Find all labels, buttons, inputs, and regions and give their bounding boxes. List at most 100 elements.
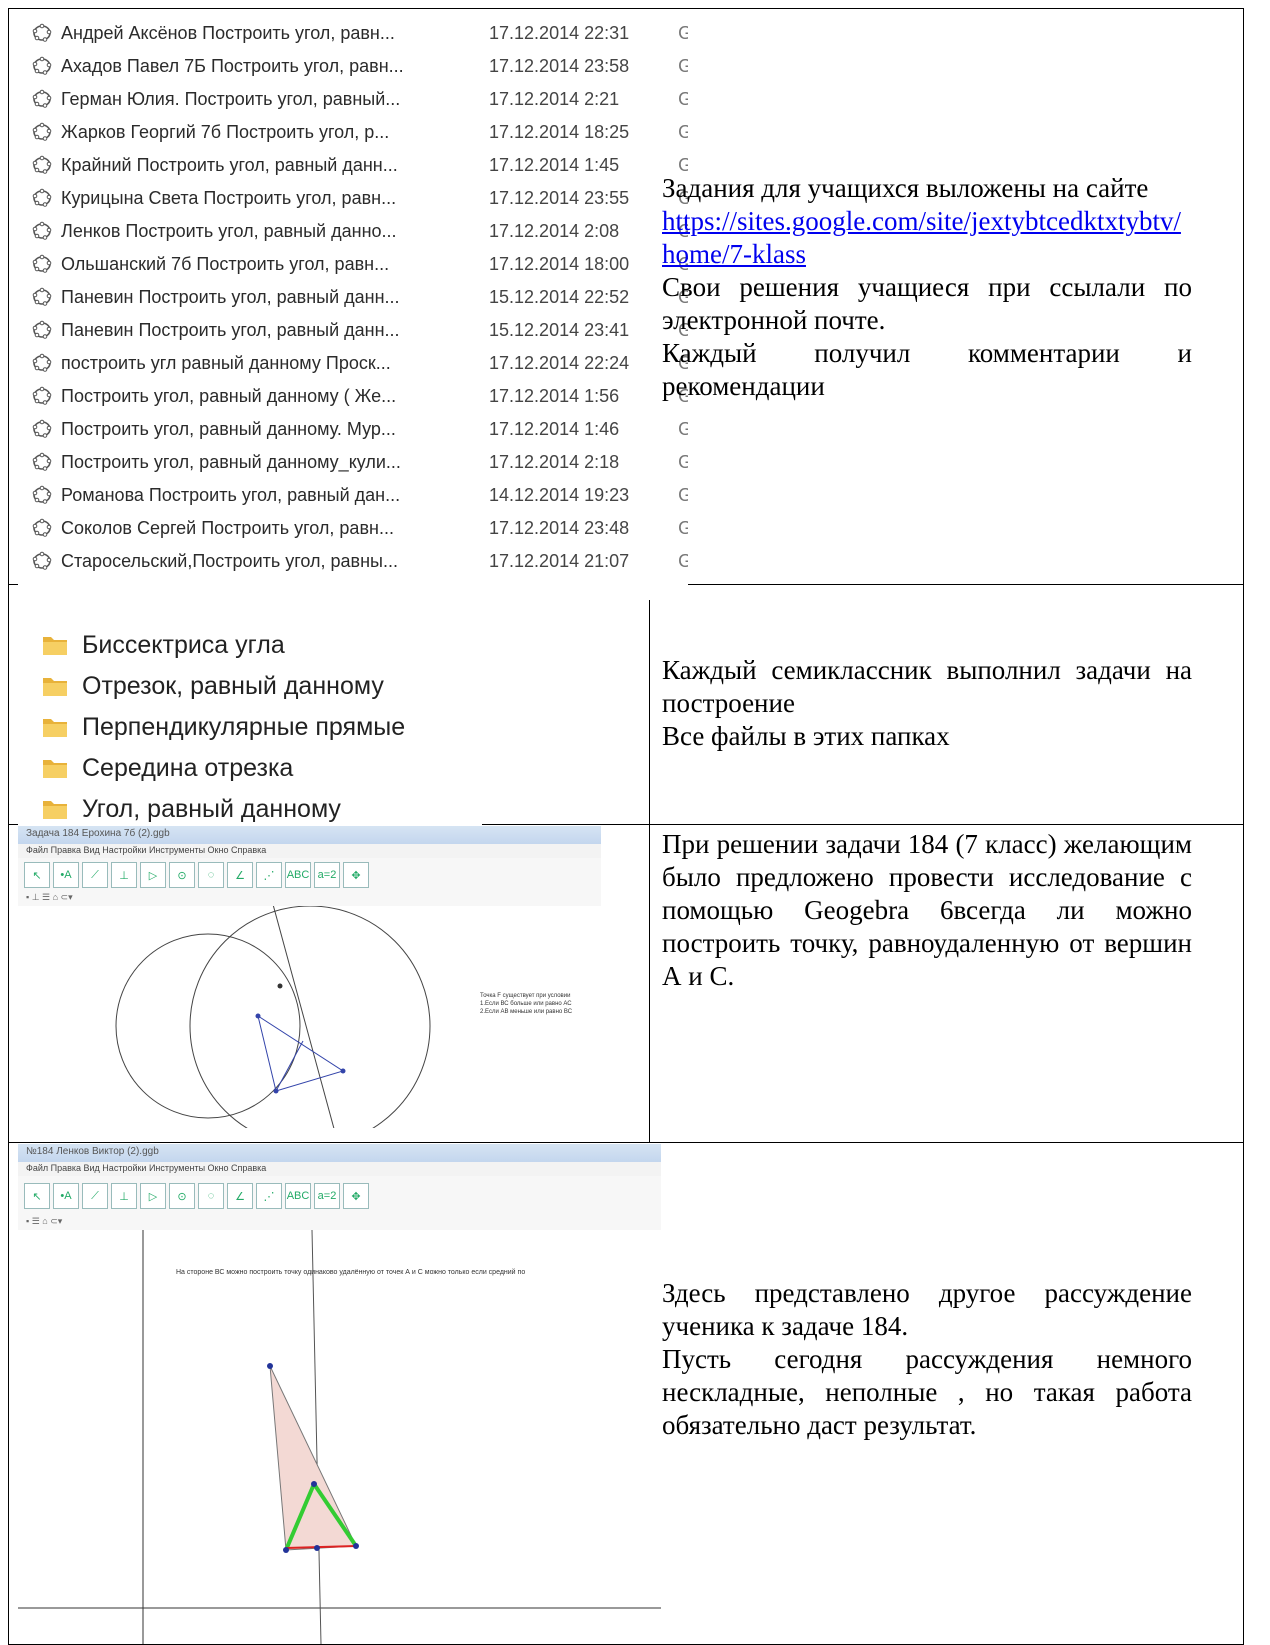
perpendicular-tool-icon[interactable]: ⊥: [111, 862, 137, 888]
point-b[interactable]: [255, 1013, 261, 1019]
file-row[interactable]: Построить угол, равный данному_кули... 17…: [18, 445, 688, 479]
triangle-abc: [257, 1014, 345, 1092]
geogebra-canvas-2: На стороне ВС можно построить точку один…: [18, 1230, 661, 1644]
point-e-2[interactable]: [314, 1545, 320, 1551]
text-tool-icon[interactable]: ABC: [285, 862, 311, 888]
file-name: Романова Построить угол, равный дан...: [61, 484, 401, 505]
file-date: 17.12.2014 21:07: [489, 550, 630, 571]
slider-tool-icon[interactable]: a=2: [314, 1183, 340, 1209]
geogebra-window-1: Задача 184 Ерохина 7б (2).ggb Файл Правк…: [18, 826, 601, 1128]
file-name: Ахадов Павел 7Б Построить угол, равн...: [61, 55, 404, 76]
folder-item[interactable]: Отрезок, равный данному: [42, 665, 384, 707]
column-divider: [649, 584, 650, 1142]
move-tool-icon[interactable]: ↖: [24, 1183, 50, 1209]
point-d-2[interactable]: [311, 1481, 317, 1487]
file-name: Паневин Построить угол, равный данн...: [61, 286, 400, 307]
file-row[interactable]: Крайний Построить угол, равный данн... 17…: [18, 148, 688, 182]
line-tool-icon[interactable]: ⟋: [82, 1183, 108, 1209]
file-row[interactable]: Жарков Георгий 7б Построить угол, р... 17…: [18, 115, 688, 149]
geogebra-file-icon: [32, 122, 52, 141]
perpendicular-tool-icon[interactable]: ⊥: [111, 1183, 137, 1209]
row3-text: При решении задачи 184 (7 класс) желающи…: [662, 828, 1192, 993]
segment-bf: [275, 1040, 304, 1092]
ellipse-tool-icon[interactable]: ◌: [198, 862, 224, 888]
geogebra-file-icon: [32, 254, 52, 273]
line-tool-icon[interactable]: ⟋: [82, 862, 108, 888]
file-type: Geo: [678, 55, 688, 76]
file-name: построить угл равный данному Проск...: [61, 352, 391, 373]
point-tool-icon[interactable]: •A: [53, 1183, 79, 1209]
file-row[interactable]: Ольшанский 7б Построить угол, равн... 17.…: [18, 247, 688, 281]
folder-name: Перпендикулярные прямые: [82, 712, 406, 741]
point-c-2[interactable]: [353, 1543, 359, 1549]
site-link[interactable]: https://sites.google.com/site/jextybtced…: [662, 206, 1181, 269]
point-a[interactable]: [273, 1088, 279, 1094]
row2-text: Каждый семиклассник выполнил задачи на п…: [662, 654, 1192, 753]
move-tool-icon[interactable]: ↖: [24, 862, 50, 888]
geogebra-toolbar: ↖ •A ⟋ ⊥ ▷ ⊙ ◌ ∠ ⋰ ABC a=2 ✥: [18, 858, 601, 892]
point-a-2[interactable]: [283, 1547, 289, 1553]
move-view-tool-icon[interactable]: ✥: [343, 862, 369, 888]
file-row[interactable]: Андрей Аксёнов Построить угол, равн... 17…: [18, 16, 688, 50]
file-row[interactable]: Паневин Построить угол, равный данн... 15…: [18, 313, 688, 347]
file-name: Жарков Георгий 7б Построить угол, р...: [61, 121, 390, 142]
perpendicular-line: [311, 1230, 322, 1644]
row-divider-3: [9, 1142, 1243, 1143]
note-line-3: 2.Если АВ меньше или равно ВС: [480, 1009, 573, 1015]
point-b-2[interactable]: [267, 1363, 273, 1369]
row2-line2: Все файлы в этих папках: [662, 721, 950, 751]
geogebra-menu-2: Файл Правка Вид Настройки Инструменты Ок…: [18, 1162, 661, 1176]
file-date: 17.12.2014 2:18: [489, 451, 620, 472]
circle-tool-icon[interactable]: ⊙: [169, 1183, 195, 1209]
ellipse-tool-icon[interactable]: ◌: [198, 1183, 224, 1209]
geogebra-toolbar-2: ↖ •A ⟋ ⊥ ▷ ⊙ ◌ ∠ ⋰ ABC a=2 ✥: [18, 1176, 661, 1216]
file-row[interactable]: Романова Построить угол, равный дан... 14…: [18, 478, 688, 512]
file-row[interactable]: Паневин Построить угол, равный данн... 15…: [18, 280, 688, 314]
polygon-tool-icon[interactable]: ▷: [140, 1183, 166, 1209]
reflect-tool-icon[interactable]: ⋰: [256, 1183, 282, 1209]
point-intersection-top[interactable]: [277, 983, 283, 989]
file-type: Geo: [678, 550, 688, 571]
slider-tool-icon[interactable]: a=2: [314, 862, 340, 888]
file-name: Курицына Света Построить угол, равн...: [61, 187, 397, 208]
file-name: Ленков Построить угол, равный данно...: [61, 220, 397, 241]
file-row[interactable]: Построить угол, равный данному. Мур... 17…: [18, 412, 688, 446]
angle-tool-icon[interactable]: ∠: [227, 862, 253, 888]
file-row[interactable]: Старосельский,Построить угол, равны... 17…: [18, 544, 688, 578]
move-view-tool-icon[interactable]: ✥: [343, 1183, 369, 1209]
polygon-tool-icon[interactable]: ▷: [140, 862, 166, 888]
file-row[interactable]: Ахадов Павел 7Б Построить угол, равн... 1…: [18, 49, 688, 83]
geogebra-file-icon: [32, 419, 52, 438]
reflect-tool-icon[interactable]: ⋰: [256, 862, 282, 888]
file-name: Ольшанский 7б Построить угол, равн...: [61, 253, 390, 274]
row1-line3: Каждый получил комментарии и рекомендаци…: [662, 338, 1192, 401]
file-row[interactable]: Построить угол, равный данному ( Же... 17…: [18, 379, 688, 413]
file-date: 17.12.2014 23:48: [489, 517, 630, 538]
file-date: 17.12.2014 1:56: [489, 385, 620, 406]
folder-item[interactable]: Угол, равный данному: [42, 788, 341, 830]
text-tool-icon[interactable]: ABC: [285, 1183, 311, 1209]
file-date: 17.12.2014 18:00: [489, 253, 630, 274]
file-date: 17.12.2014 18:25: [489, 121, 630, 142]
file-row[interactable]: Соколов Сергей Построить угол, равн... 17…: [18, 511, 688, 545]
angle-tool-icon[interactable]: ∠: [227, 1183, 253, 1209]
file-name: Построить угол, равный данному. Мур...: [61, 418, 396, 439]
geogebra-file-icon: [32, 551, 52, 570]
circle-tool-icon[interactable]: ⊙: [169, 862, 195, 888]
file-row[interactable]: Курицына Света Построить угол, равн... 17…: [18, 181, 688, 215]
file-date: 17.12.2014 22:24: [489, 352, 630, 373]
geogebra-style-bar: ▪ ⊥ ☰ ⌂ ⊂▾: [18, 892, 601, 906]
file-row[interactable]: Герман Юлия. Построить угол, равный... 17…: [18, 82, 688, 116]
geogebra-file-icon: [32, 221, 52, 240]
geogebra-note-1: Точка F существует при условии 1.Если ВС…: [480, 993, 573, 1015]
note-line-1: Точка F существует при условии: [480, 993, 570, 999]
point-tool-icon[interactable]: •A: [53, 862, 79, 888]
point-c[interactable]: [340, 1068, 346, 1074]
file-row[interactable]: Ленков Построить угол, равный данно... 17…: [18, 214, 688, 248]
file-row[interactable]: построить угл равный данному Проск... 17.…: [18, 346, 688, 380]
folder-item[interactable]: Перпендикулярные прямые: [42, 706, 405, 748]
file-type: Geo: [678, 517, 688, 538]
folder-item[interactable]: Середина отрезка: [42, 747, 293, 789]
geogebra-style-bar-2: ▪ ☰ ⌂ ⊂▾: [18, 1216, 661, 1230]
folder-item[interactable]: Биссектриса угла: [42, 624, 285, 666]
